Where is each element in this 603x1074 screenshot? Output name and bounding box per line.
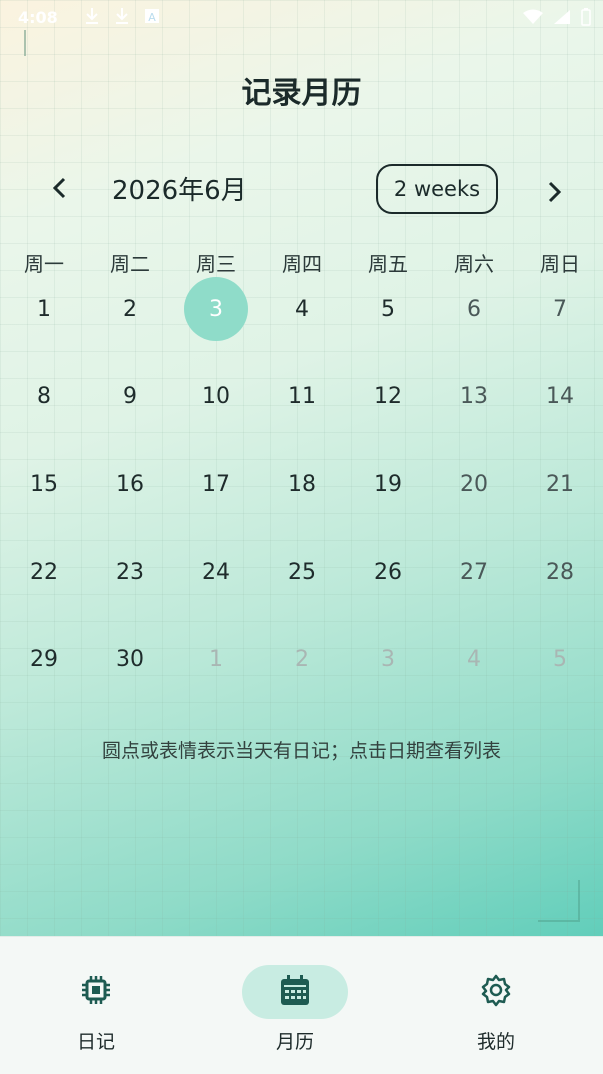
day-cell[interactable]: 26 xyxy=(356,540,420,604)
day-cell[interactable]: 29 xyxy=(12,627,76,691)
download-icon xyxy=(114,7,130,29)
day-cell[interactable]: 24 xyxy=(184,540,248,604)
day-cell[interactable]: 25 xyxy=(270,540,334,604)
weekday-label: 周六 xyxy=(454,252,494,276)
weekday-label: 周日 xyxy=(540,252,580,276)
day-cell[interactable]: 4 xyxy=(270,277,334,341)
day-cell[interactable]: 7 xyxy=(528,277,592,341)
day-cell[interactable]: 11 xyxy=(270,364,334,428)
hint-text: 圆点或表情表示当天有日记；点击日期查看列表 xyxy=(101,740,501,762)
day-cell[interactable]: 9 xyxy=(98,364,162,428)
day-cell[interactable]: 3 xyxy=(356,627,420,691)
day-cell[interactable]: 15 xyxy=(12,452,76,516)
day-cell[interactable]: 28 xyxy=(528,540,592,604)
nav-label: 日记 xyxy=(76,1031,115,1053)
a-box-icon: A xyxy=(144,7,160,29)
day-cell[interactable]: 12 xyxy=(356,364,420,428)
battery-icon xyxy=(581,8,591,30)
day-cell[interactable]: 2 xyxy=(270,627,334,691)
status-bar: 4:08 A xyxy=(0,0,603,36)
corner-mark xyxy=(24,30,26,56)
day-cell[interactable]: 13 xyxy=(442,364,506,428)
weekday-label: 周三 xyxy=(196,252,236,276)
day-cell[interactable]: 20 xyxy=(442,452,506,516)
day-cell[interactable]: 21 xyxy=(528,452,592,516)
weekday-label: 周四 xyxy=(282,252,322,276)
page-title: 记录月历 xyxy=(241,76,362,111)
day-cell[interactable]: 4 xyxy=(442,627,506,691)
corner-mark xyxy=(538,880,580,922)
day-cell[interactable]: 27 xyxy=(442,540,506,604)
status-notifications: A xyxy=(84,7,160,29)
day-cell[interactable]: 22 xyxy=(12,540,76,604)
nav-item-diary[interactable]: 日记 xyxy=(36,965,156,1065)
day-cell[interactable]: 2 xyxy=(98,277,162,341)
status-system-icons xyxy=(523,8,591,30)
day-cell[interactable]: 10 xyxy=(184,364,248,428)
nav-label: 月历 xyxy=(275,1031,314,1053)
wifi-icon xyxy=(523,9,543,29)
day-cell-selected[interactable]: 3 xyxy=(184,277,248,341)
day-cell[interactable]: 23 xyxy=(98,540,162,604)
status-time: 4:08 xyxy=(18,8,58,27)
nav-item-profile[interactable]: 我的 xyxy=(436,965,556,1065)
weekday-label: 周二 xyxy=(110,252,150,276)
bottom-navigation: 日记 月历 我的 xyxy=(0,936,603,1074)
day-cell[interactable]: 18 xyxy=(270,452,334,516)
day-cell[interactable]: 5 xyxy=(356,277,420,341)
day-cell[interactable]: 19 xyxy=(356,452,420,516)
day-cell[interactable]: 6 xyxy=(442,277,506,341)
day-cell[interactable]: 16 xyxy=(98,452,162,516)
day-cell[interactable]: 8 xyxy=(12,364,76,428)
month-navigation: 2026年6月 2 weeks xyxy=(0,160,603,220)
chip-icon xyxy=(82,976,110,1004)
day-cell[interactable]: 30 xyxy=(98,627,162,691)
calendar-format-button[interactable]: 2 weeks xyxy=(376,164,498,214)
chevron-right-icon xyxy=(548,181,562,203)
day-cell[interactable]: 1 xyxy=(12,277,76,341)
chevron-left-icon xyxy=(52,177,66,199)
gear-icon xyxy=(481,974,511,1007)
weekday-label: 周一 xyxy=(24,252,64,276)
day-cell[interactable]: 5 xyxy=(528,627,592,691)
nav-item-calendar[interactable]: 月历 xyxy=(235,965,355,1065)
calendar-icon xyxy=(281,975,309,1005)
nav-label: 我的 xyxy=(476,1031,515,1053)
signal-icon xyxy=(553,9,571,29)
day-cell[interactable]: 17 xyxy=(184,452,248,516)
weekday-label: 周五 xyxy=(368,252,408,276)
month-label: 2026年6月 xyxy=(112,176,247,206)
next-month-button[interactable] xyxy=(536,174,572,210)
day-cell[interactable]: 1 xyxy=(184,627,248,691)
previous-month-button[interactable] xyxy=(42,170,78,206)
svg-text:A: A xyxy=(148,11,156,24)
download-icon xyxy=(84,7,100,29)
day-cell[interactable]: 14 xyxy=(528,364,592,428)
